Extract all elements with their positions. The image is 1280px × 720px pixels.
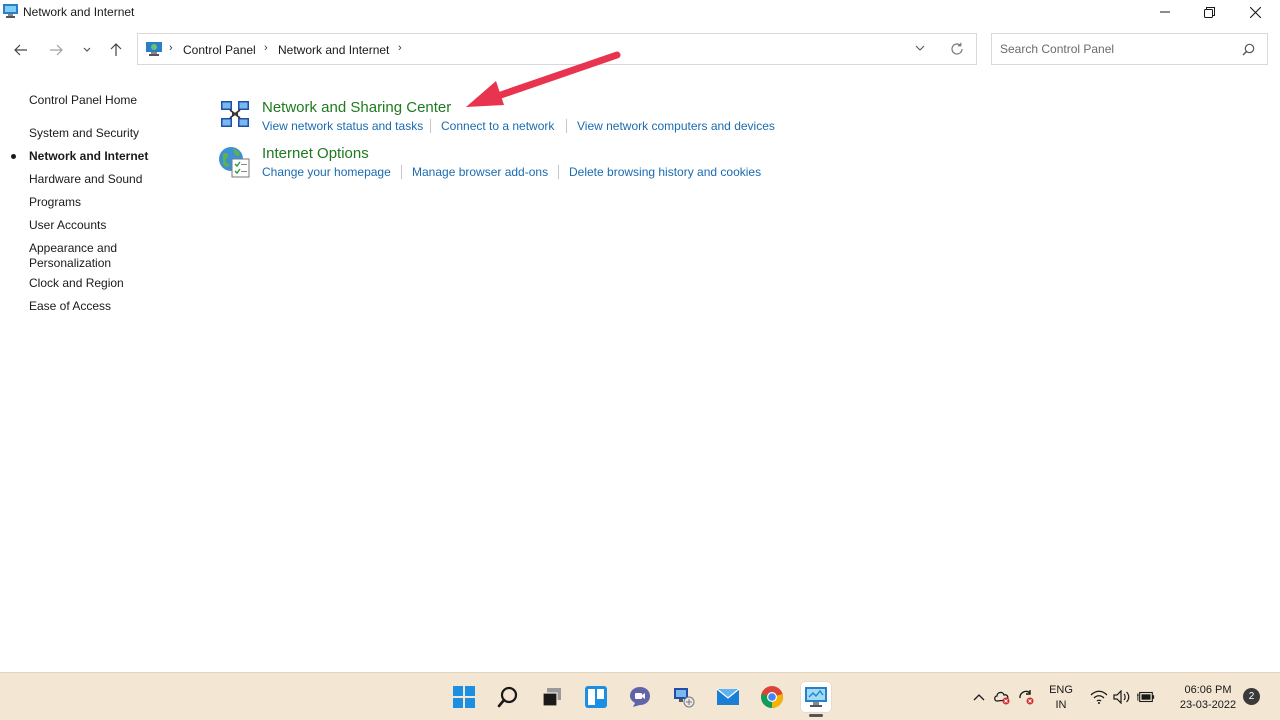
manage-browser-addons-link[interactable]: Manage browser add-ons [412,165,548,179]
start-button[interactable] [449,682,479,712]
chat-icon [630,687,650,707]
language-code: ENG [1049,684,1073,696]
chevron-down-icon[interactable] [915,43,925,53]
clock-date: 23-03-2022 [1179,699,1237,711]
recent-locations-button[interactable] [75,38,99,62]
language-indicator[interactable]: ENG IN [1047,683,1075,713]
mail-icon [716,688,740,705]
change-homepage-link[interactable]: Change your homepage [262,165,391,179]
sync-error-icon [1019,690,1034,705]
view-network-computers-link[interactable]: View network computers and devices [577,119,775,133]
wifi-icon [1090,690,1108,704]
restore-button[interactable] [1186,0,1232,24]
chevron-up-icon [973,694,985,701]
widgets-button[interactable] [581,682,611,712]
forward-button[interactable] [44,38,68,62]
active-app-indicator [809,714,823,717]
sidebar-item-appearance-and-personalization[interactable]: Appearance and Personalization [29,241,129,271]
window-title: Network and Internet [23,5,135,19]
minimize-icon [1160,11,1170,13]
sidebar-item-clock-and-region[interactable]: Clock and Region [29,276,124,291]
connect-to-network-link[interactable]: Connect to a network [441,119,554,133]
sidebar-item-system-and-security[interactable]: System and Security [29,126,139,141]
sidebar-item-programs[interactable]: Programs [29,195,81,210]
cloud-error-icon [994,691,1010,705]
wifi-button[interactable] [1090,688,1108,706]
link-divider [558,165,559,179]
chevron-right-icon[interactable]: › [398,42,402,54]
link-divider [566,119,567,133]
chevron-right-icon: › [169,42,173,54]
arrow-up-icon [110,43,122,56]
chevron-right-icon[interactable]: › [264,42,268,54]
network-app-icon [674,688,695,708]
breadcrumb-network-and-internet[interactable]: Network and Internet [278,43,389,57]
sidebar-item-ease-of-access[interactable]: Ease of Access [29,299,111,314]
volume-icon [1113,690,1130,704]
search-box[interactable] [991,33,1268,65]
control-panel-button[interactable] [801,682,831,712]
chrome-button[interactable] [757,682,787,712]
sidebar-item-control-panel-home[interactable]: Control Panel Home [29,93,137,108]
search-icon[interactable] [1242,43,1255,56]
minimize-button[interactable] [1142,0,1188,24]
chat-button[interactable] [625,682,655,712]
annotation-arrow-icon [466,51,621,107]
search-input[interactable] [1000,41,1230,57]
control-panel-icon [3,4,18,18]
chevron-down-icon [83,47,91,52]
up-button[interactable] [104,38,128,62]
delete-browsing-history-link[interactable]: Delete browsing history and cookies [569,165,761,179]
view-network-status-link[interactable]: View network status and tasks [262,119,423,133]
region-code: IN [1055,699,1067,711]
sidebar-item-hardware-and-sound[interactable]: Hardware and Sound [29,172,142,187]
refresh-icon[interactable] [950,42,964,56]
tray-sync-button[interactable] [1017,688,1035,706]
task-view-button[interactable] [537,682,567,712]
restore-icon [1203,6,1215,18]
control-panel-icon [805,687,827,707]
internet-options-icon[interactable] [218,145,252,179]
volume-button[interactable] [1113,688,1131,706]
active-indicator [11,154,16,159]
internet-options-link[interactable]: Internet Options [262,145,369,162]
clock[interactable]: 06:06 PM 23-03-2022 [1170,683,1246,713]
close-icon [1249,6,1261,18]
arrow-right-icon [50,44,63,56]
back-button[interactable] [9,38,33,62]
notification-badge[interactable]: 2 [1243,688,1260,705]
chrome-icon [761,686,783,708]
breadcrumb-control-panel[interactable]: Control Panel [183,43,256,57]
link-divider [401,165,402,179]
mail-button[interactable] [713,682,743,712]
start-icon [453,686,475,708]
widgets-icon [585,686,607,708]
battery-button[interactable] [1137,688,1155,706]
sidebar-item-network-and-internet[interactable]: Network and Internet [29,149,148,164]
control-panel-icon [146,42,162,56]
network-sharing-icon[interactable] [219,99,251,131]
taskbar-search-button[interactable] [493,682,523,712]
title-bar: Network and Internet [0,0,1280,24]
taskbar: ENG IN 06:06 PM 23-03-2022 2 [0,672,1280,720]
tray-cloud-button[interactable] [993,688,1011,706]
arrow-left-icon [14,44,27,56]
battery-charging-icon [1137,691,1155,703]
search-icon [497,686,518,708]
show-hidden-icons-button[interactable] [970,688,988,706]
clock-time: 06:06 PM [1184,684,1232,696]
sidebar-item-user-accounts[interactable]: User Accounts [29,218,106,233]
network-app-button[interactable] [669,682,699,712]
link-divider [430,119,431,133]
task-view-icon [542,688,561,707]
network-and-sharing-center-link[interactable]: Network and Sharing Center [262,99,451,116]
close-button[interactable] [1232,0,1278,24]
